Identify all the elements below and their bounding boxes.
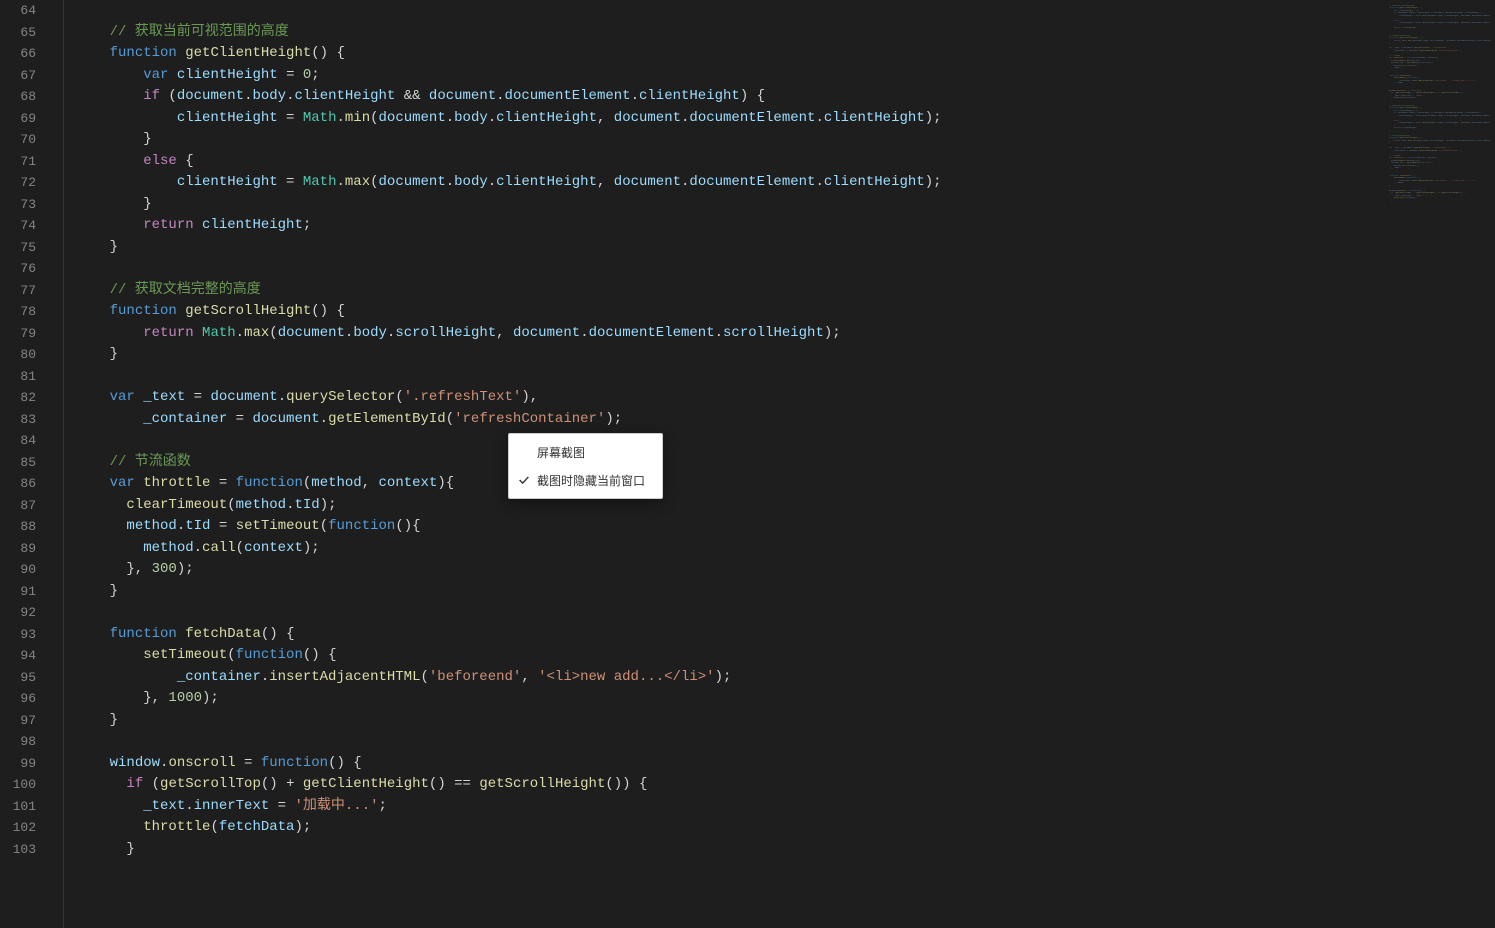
line-number: 103 [0,839,50,861]
line-number: 73 [0,194,50,216]
code-line[interactable]: function getClientHeight() { [76,43,1495,65]
code-line[interactable]: function fetchData() { [76,624,1495,646]
code-line[interactable] [76,731,1495,753]
code-line[interactable]: } [76,581,1495,603]
line-number: 97 [0,710,50,732]
code-line[interactable] [76,258,1495,280]
line-number: 74 [0,215,50,237]
code-line[interactable]: window.onscroll = function() { [76,753,1495,775]
code-line[interactable] [76,602,1495,624]
line-number: 67 [0,65,50,87]
fold-gutter[interactable] [50,0,64,928]
line-number: 78 [0,301,50,323]
line-number: 85 [0,452,50,474]
code-line[interactable]: // 获取当前可视范围的高度 [76,22,1495,44]
code-line[interactable]: var throttle = function(method, context)… [76,473,1495,495]
line-number: 86 [0,473,50,495]
line-number: 65 [0,22,50,44]
code-area[interactable]: // 获取当前可视范围的高度 function getClientHeight(… [64,0,1495,928]
code-line[interactable]: setTimeout(function() { [76,645,1495,667]
code-line[interactable]: _container = document.getElementById('re… [76,409,1495,431]
line-number: 98 [0,731,50,753]
menu-item-label: 截图时隐藏当前窗口 [537,472,645,489]
code-line[interactable]: function getScrollHeight() { [76,301,1495,323]
code-line[interactable]: clientHeight = Math.min(document.body.cl… [76,108,1495,130]
line-number: 68 [0,86,50,108]
line-number: 89 [0,538,50,560]
code-line[interactable] [76,0,1495,22]
code-line[interactable]: throttle(fetchData); [76,817,1495,839]
line-number: 100 [0,774,50,796]
line-number: 96 [0,688,50,710]
code-line[interactable]: var clientHeight = 0; [76,65,1495,87]
line-number: 71 [0,151,50,173]
line-number: 64 [0,0,50,22]
line-number: 82 [0,387,50,409]
code-line[interactable]: if (getScrollTop() + getClientHeight() =… [76,774,1495,796]
code-line[interactable]: method.call(context); [76,538,1495,560]
line-number: 95 [0,667,50,689]
code-line[interactable]: } [76,710,1495,732]
line-number: 87 [0,495,50,517]
line-number: 80 [0,344,50,366]
code-line[interactable]: else { [76,151,1495,173]
code-line[interactable]: _text.innerText = '加载中...'; [76,796,1495,818]
line-number: 91 [0,581,50,603]
line-number-gutter[interactable]: 6465666768697071727374757677787980818283… [0,0,50,928]
line-number: 66 [0,43,50,65]
code-line[interactable]: return clientHeight; [76,215,1495,237]
line-number: 99 [0,753,50,775]
menu-item-screenshot[interactable]: 屏幕截图 [509,438,662,466]
line-number: 94 [0,645,50,667]
code-line[interactable]: // 获取文档完整的高度 [76,280,1495,302]
code-line[interactable]: } [76,237,1495,259]
code-line[interactable]: _container.insertAdjacentHTML('beforeend… [76,667,1495,689]
menu-item-hide-window[interactable]: 截图时隐藏当前窗口 [509,466,662,494]
line-number: 102 [0,817,50,839]
code-line[interactable]: }, 300); [76,559,1495,581]
code-line[interactable]: return Math.max(document.body.scrollHeig… [76,323,1495,345]
line-number: 77 [0,280,50,302]
line-number: 79 [0,323,50,345]
line-number: 75 [0,237,50,259]
context-menu: 屏幕截图 截图时隐藏当前窗口 [508,433,663,499]
code-line[interactable]: // 节流函数 [76,452,1495,474]
code-editor[interactable]: 6465666768697071727374757677787980818283… [0,0,1495,928]
code-line[interactable]: } [76,129,1495,151]
code-line[interactable]: } [76,344,1495,366]
code-line[interactable]: } [76,839,1495,861]
line-number: 92 [0,602,50,624]
line-number: 84 [0,430,50,452]
line-number: 88 [0,516,50,538]
code-line[interactable]: }, 1000); [76,688,1495,710]
line-number: 101 [0,796,50,818]
line-number: 69 [0,108,50,130]
code-line[interactable] [76,366,1495,388]
line-number: 90 [0,559,50,581]
minimap[interactable]: // 获取当前可视范围的高度 function getClientHeight(… [1380,0,1495,928]
code-line[interactable]: if (document.body.clientHeight && docume… [76,86,1495,108]
check-icon [517,473,531,487]
menu-item-label: 屏幕截图 [537,444,585,461]
line-number: 70 [0,129,50,151]
code-line[interactable] [76,430,1495,452]
line-number: 76 [0,258,50,280]
line-number: 83 [0,409,50,431]
line-number: 72 [0,172,50,194]
code-line[interactable]: method.tId = setTimeout(function(){ [76,516,1495,538]
line-number: 93 [0,624,50,646]
code-line[interactable]: clearTimeout(method.tId); [76,495,1495,517]
code-line[interactable]: clientHeight = Math.max(document.body.cl… [76,172,1495,194]
line-number: 81 [0,366,50,388]
code-line[interactable]: } [76,194,1495,216]
code-line[interactable]: var _text = document.querySelector('.ref… [76,387,1495,409]
